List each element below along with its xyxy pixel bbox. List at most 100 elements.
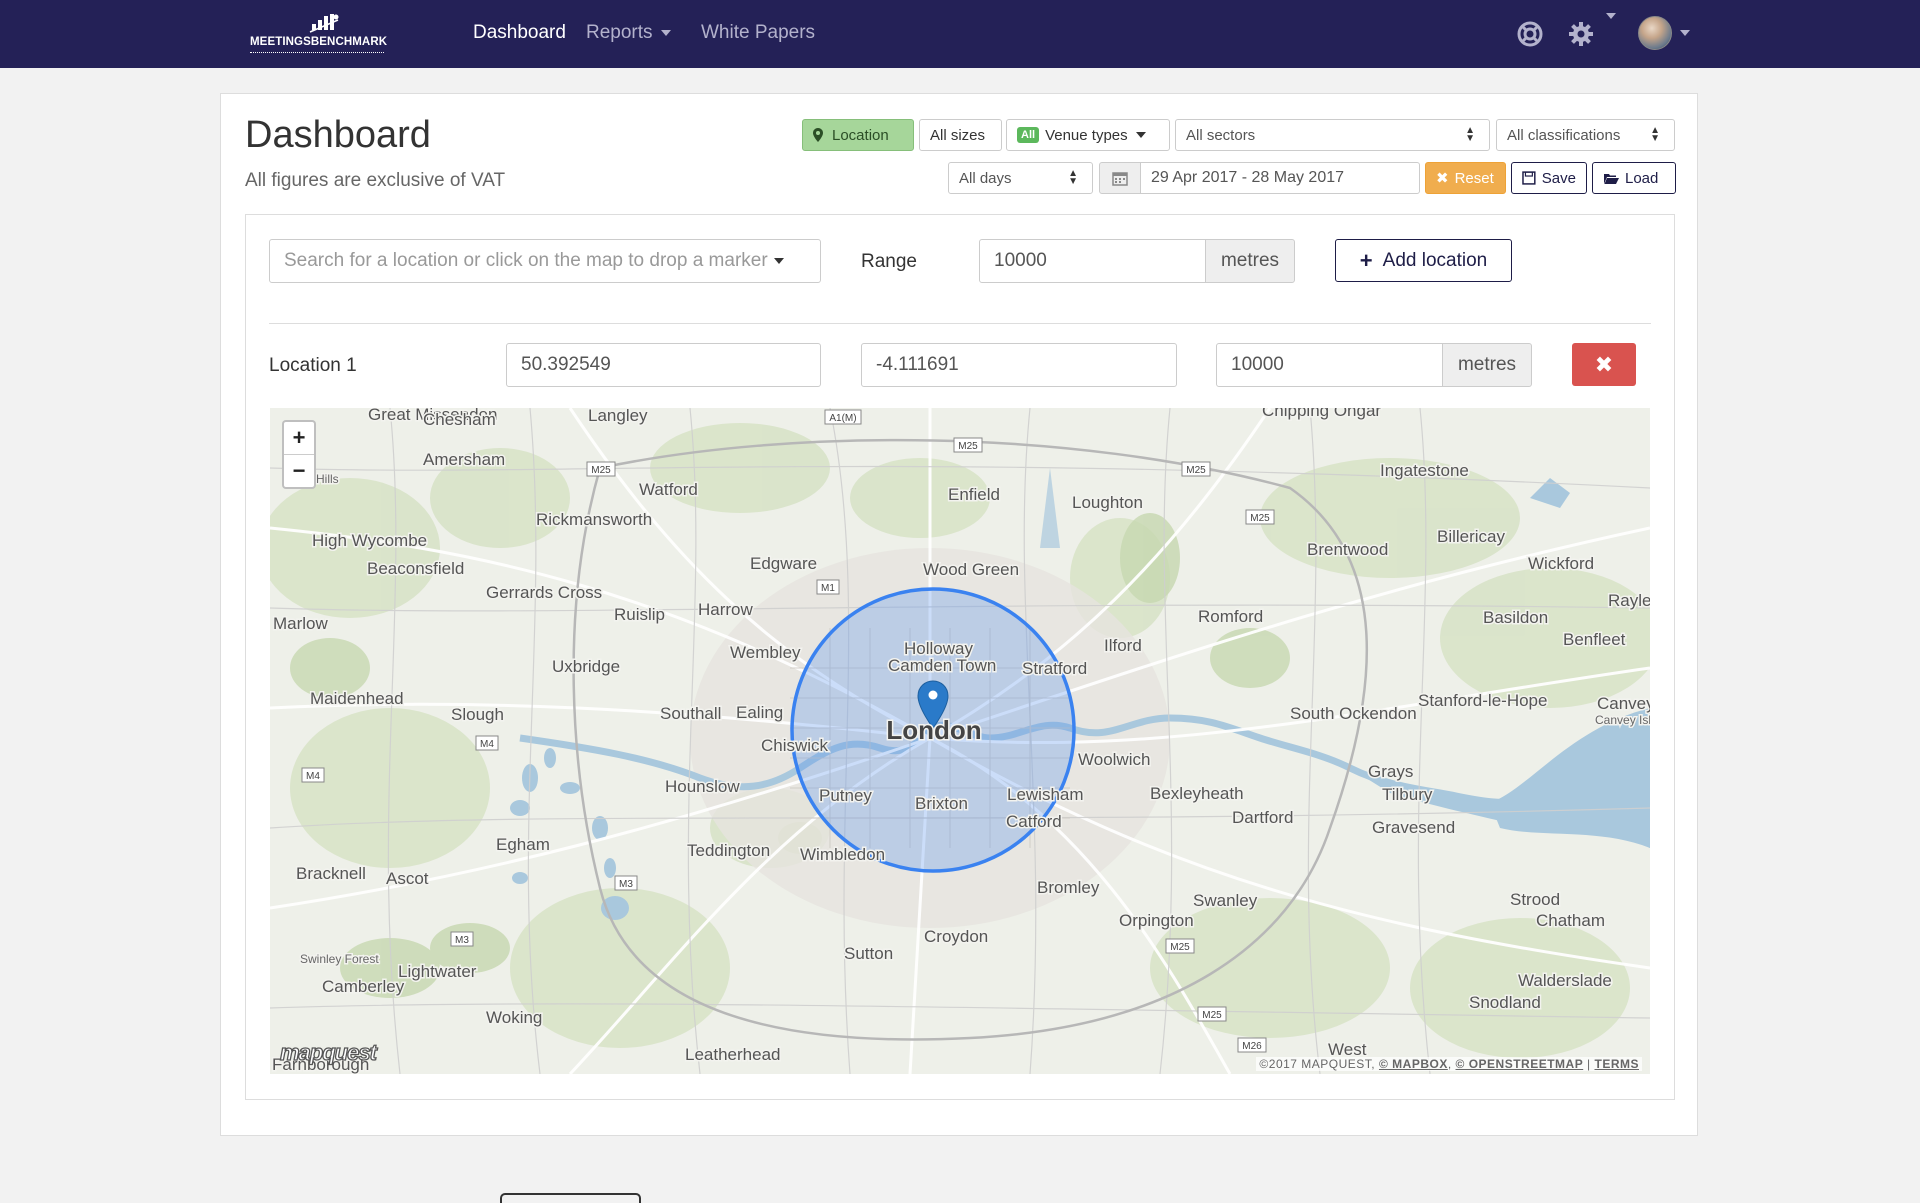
chevron-down-icon <box>1680 30 1690 36</box>
place-label: Wimbledon <box>800 845 885 864</box>
page-title: Dashboard <box>245 114 431 156</box>
location-range-input[interactable]: 10000 <box>1216 343 1443 387</box>
svg-text:M1: M1 <box>821 583 835 594</box>
zoom-in-button[interactable]: + <box>284 422 314 455</box>
map-view[interactable]: A1(M) M25 M25 M25 M25 M1 M4 M4 M3 M3 M25… <box>270 408 1650 1074</box>
place-label: Stratford <box>1022 659 1087 678</box>
map-tiles[interactable]: A1(M) M25 M25 M25 M25 M1 M4 M4 M3 M3 M25… <box>270 408 1650 1074</box>
nav-reports[interactable]: Reports <box>586 22 671 44</box>
location-search-select[interactable]: Search for a location or click on the ma… <box>269 239 821 283</box>
divider <box>269 323 1651 324</box>
floppy-disk-icon <box>1522 171 1536 185</box>
place-label: Camden Town <box>888 656 996 675</box>
zoom-control: + − <box>282 420 316 489</box>
svg-text:M4: M4 <box>480 739 494 750</box>
road-shield: M3 <box>614 875 638 891</box>
place-label: Chiswick <box>761 736 829 755</box>
place-label: Watford <box>639 480 698 499</box>
close-icon: ✖ <box>1436 170 1449 187</box>
calendar-icon[interactable] <box>1099 162 1141 194</box>
range-input[interactable]: 10000 <box>979 239 1206 283</box>
chevron-down-icon <box>660 29 671 36</box>
place-label: Canvey Island <box>1595 713 1650 727</box>
road-shield: M25 <box>1245 509 1275 525</box>
svg-text:M25: M25 <box>958 441 978 452</box>
road-shield: M1 <box>816 579 840 595</box>
user-menu[interactable] <box>1638 16 1690 52</box>
reset-button[interactable]: ✖ Reset <box>1425 162 1506 194</box>
place-label: Woolwich <box>1078 750 1150 769</box>
road-shield: M4 <box>475 735 499 751</box>
place-label: Sutton <box>844 944 893 963</box>
nav-dashboard[interactable]: Dashboard <box>473 22 566 44</box>
mapquest-logo: mapquest <box>279 1039 377 1065</box>
select-arrows-icon: ▲ ▼ <box>1650 125 1660 144</box>
place-label: Bromley <box>1037 878 1100 897</box>
location-search-placeholder: Search for a location or click on the ma… <box>284 250 768 271</box>
add-location-button[interactable]: + Add location <box>1335 239 1512 282</box>
place-label: Woking <box>486 1008 542 1027</box>
mapbox-link[interactable]: © MAPBOX <box>1379 1057 1448 1071</box>
svg-text:M25: M25 <box>1170 942 1190 953</box>
latitude-input[interactable]: 50.392549 <box>506 343 821 387</box>
place-label: Camberley <box>322 977 405 996</box>
add-location-label: Add location <box>1382 249 1488 271</box>
venue-types-dropdown[interactable]: All Venue types <box>1006 119 1170 151</box>
nav-white-papers[interactable]: White Papers <box>701 22 815 44</box>
select-arrows-icon: ▲ ▼ <box>1465 125 1475 144</box>
svg-text:M26: M26 <box>1242 1041 1262 1052</box>
place-label: Basildon <box>1483 608 1548 627</box>
map-marker-icon <box>813 128 823 142</box>
range-unit-addon: metres <box>1205 239 1295 283</box>
place-label: Harrow <box>698 600 754 619</box>
zoom-out-button[interactable]: − <box>284 455 314 487</box>
place-label: Hounslow <box>665 777 740 796</box>
place-label: Chatham <box>1536 911 1605 930</box>
chevron-down-icon <box>773 258 784 264</box>
place-label: Hills <box>316 472 339 486</box>
place-label: Langley <box>588 408 648 425</box>
location-filter-button[interactable]: Location <box>802 119 914 151</box>
svg-text:M25: M25 <box>591 465 611 476</box>
classifications-select[interactable]: All classifications ▲ ▼ <box>1496 119 1675 151</box>
location-filter-label: Location <box>832 126 889 144</box>
place-label: Gerrards Cross <box>486 583 602 602</box>
sectors-select[interactable]: All sectors ▲ ▼ <box>1175 119 1490 151</box>
save-button[interactable]: Save <box>1511 162 1587 194</box>
date-range-input[interactable]: 29 Apr 2017 - 28 May 2017 <box>1140 162 1420 194</box>
brand-logo[interactable]: MEETINGSBENCHMARK <box>250 12 388 56</box>
road-shield: M26 <box>1237 1037 1267 1053</box>
place-label: Dartford <box>1232 808 1293 827</box>
sizes-filter-button[interactable]: All sizes <box>919 119 1002 151</box>
help-lifebuoy-icon[interactable] <box>1516 16 1544 52</box>
save-label: Save <box>1541 169 1576 187</box>
place-label: Swinley Forest <box>300 952 379 966</box>
load-button[interactable]: Load <box>1592 162 1676 194</box>
next-section-tab[interactable] <box>500 1193 641 1203</box>
select-arrows-icon: ▲ ▼ <box>1068 168 1078 187</box>
folder-open-icon <box>1604 173 1619 184</box>
place-label: Teddington <box>687 841 770 860</box>
place-label: Egham <box>496 835 550 854</box>
place-label: Orpington <box>1119 911 1194 930</box>
place-label: Stanford-le-Hope <box>1418 691 1547 710</box>
place-label: Leatherhead <box>685 1045 780 1064</box>
range-label: Range <box>861 251 917 272</box>
longitude-input[interactable]: -4.111691 <box>861 343 1177 387</box>
settings-menu[interactable] <box>1568 12 1617 52</box>
openstreetmap-link[interactable]: © OPENSTREETMAP <box>1456 1057 1584 1071</box>
place-label: Strood <box>1510 890 1560 909</box>
road-shield: M3 <box>450 931 474 947</box>
remove-location-button[interactable]: ✖ <box>1572 343 1636 386</box>
place-label-london: London <box>886 715 981 745</box>
plus-icon: + <box>1359 247 1373 273</box>
classifications-select-value: All classifications <box>1507 126 1621 144</box>
days-select[interactable]: All days ▲ ▼ <box>948 162 1093 194</box>
place-label: Beaconsfield <box>367 559 464 578</box>
place-label: Bracknell <box>296 864 366 883</box>
svg-text:M4: M4 <box>306 771 320 782</box>
terms-link[interactable]: TERMS <box>1595 1057 1640 1071</box>
place-label: Wood Green <box>923 560 1019 579</box>
road-shield: M25 <box>953 437 983 453</box>
page-subtitle: All figures are exclusive of VAT <box>245 170 506 191</box>
